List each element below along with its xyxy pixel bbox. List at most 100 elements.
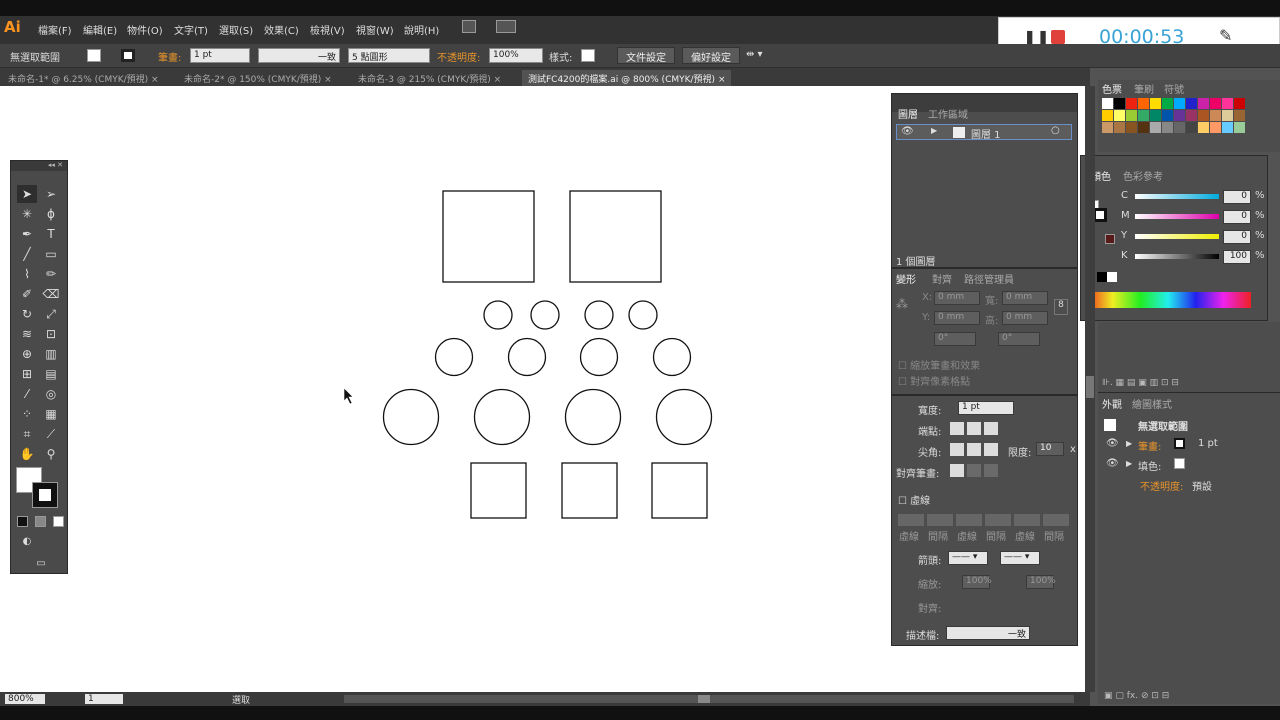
channel-value-field[interactable]: 0 [1223, 230, 1251, 244]
stroke-label[interactable]: 筆畫: [158, 49, 181, 64]
horizontal-scrollbar[interactable] [344, 695, 1074, 703]
menu-window[interactable]: 視窗(W) [356, 22, 394, 37]
menu-type[interactable]: 文字(T) [174, 22, 208, 37]
scroll-thumb[interactable] [698, 695, 710, 703]
bridge-icon[interactable] [462, 20, 476, 33]
brush-dropdown[interactable]: 5 點圓形 [348, 48, 430, 63]
square-shape[interactable] [561, 462, 618, 519]
dash-field[interactable] [956, 514, 982, 526]
layer-name[interactable]: 圖層 1 [971, 126, 1001, 141]
color-swatch[interactable] [1210, 122, 1221, 133]
tab-brushes[interactable]: 筆刷 [1134, 81, 1154, 96]
shear-field[interactable]: 0° [998, 332, 1040, 346]
link-icon[interactable]: 8 [1054, 299, 1068, 315]
align-center-icon[interactable] [950, 464, 964, 477]
h-field[interactable]: 0 mm [1002, 311, 1048, 325]
preferences-button[interactable]: 偏好設定 [682, 47, 740, 64]
reference-point-icon[interactable]: ⁂ [896, 297, 908, 311]
close-icon[interactable]: × [718, 75, 726, 85]
type-tool-icon[interactable]: T [41, 225, 61, 243]
color-swatch[interactable] [1222, 98, 1233, 109]
scale-end-field[interactable]: 100% [1026, 575, 1056, 589]
color-swatch[interactable] [1186, 110, 1197, 121]
gradient-mode-icon[interactable] [35, 516, 46, 527]
rotate-field[interactable]: 0° [934, 332, 976, 346]
color-swatch[interactable] [1174, 98, 1185, 109]
appearance-opacity-label[interactable]: 不透明度: [1140, 478, 1183, 493]
tab-pathfinder[interactable]: 路徑管理員 [964, 271, 1014, 286]
color-swatch[interactable] [1234, 122, 1245, 133]
eye-icon[interactable]: 👁 [1106, 438, 1119, 449]
color-swatch[interactable] [1234, 110, 1245, 121]
stroke-color-box[interactable] [1093, 208, 1107, 222]
menu-view[interactable]: 檢視(V) [310, 22, 345, 37]
color-swatch[interactable] [1198, 110, 1209, 121]
document-setup-button[interactable]: 文件設定 [617, 47, 675, 64]
selection-tool-icon[interactable]: ➤ [17, 185, 37, 203]
menu-object[interactable]: 物件(O) [127, 22, 163, 37]
scroll-thumb[interactable] [1086, 376, 1094, 398]
dash-field[interactable] [898, 514, 924, 526]
color-swatch[interactable] [1234, 98, 1245, 109]
menu-effect[interactable]: 效果(C) [264, 22, 299, 37]
align-inside-icon[interactable] [967, 464, 981, 477]
lasso-tool-icon[interactable]: ϕ [41, 205, 61, 223]
symbol-sprayer-tool-icon[interactable]: ⁘ [17, 405, 37, 423]
opacity-label[interactable]: 不透明度: [437, 49, 480, 64]
end-arrow-dropdown[interactable]: —— ▾ [1000, 551, 1040, 565]
miter-join-icon[interactable] [950, 443, 964, 456]
tab-layers[interactable]: 圖層 [898, 106, 918, 121]
color-swatch[interactable] [1186, 122, 1197, 133]
channel-value-field[interactable]: 100 [1223, 250, 1251, 264]
warp-tool-icon[interactable]: ≋ [17, 325, 37, 343]
butt-cap-icon[interactable] [950, 422, 964, 435]
close-icon[interactable]: × [494, 75, 502, 85]
stroke-weight-field[interactable]: 1 pt [190, 48, 250, 63]
color-swatch[interactable] [1174, 110, 1185, 121]
color-swatch[interactable] [1210, 98, 1221, 109]
circle-shape[interactable] [628, 300, 658, 330]
scale-tool-icon[interactable]: ⤢ [41, 305, 61, 323]
start-arrow-dropdown[interactable]: —— ▾ [948, 551, 988, 565]
artboard-number-field[interactable]: 1 [84, 693, 124, 705]
align-outside-icon[interactable] [984, 464, 998, 477]
square-shape[interactable] [651, 462, 708, 519]
round-cap-icon[interactable] [967, 422, 981, 435]
gap-field[interactable] [985, 514, 1011, 526]
circle-shape[interactable] [579, 337, 619, 377]
perspective-grid-tool-icon[interactable]: ▥ [41, 345, 61, 363]
tools-panel-header[interactable]: ◂◂ ✕ [11, 161, 67, 171]
color-swatch[interactable] [1126, 122, 1137, 133]
color-swatch[interactable] [1138, 98, 1149, 109]
color-swatch[interactable] [1186, 98, 1197, 109]
tab-symbols[interactable]: 符號 [1164, 81, 1184, 96]
draw-mode-icon[interactable]: ◐ [17, 533, 37, 551]
color-swatch[interactable] [1114, 122, 1125, 133]
close-icon[interactable]: × [151, 75, 159, 85]
close-icon[interactable]: × [324, 75, 332, 85]
column-graph-tool-icon[interactable]: ▦ [41, 405, 61, 423]
tab-color-guide[interactable]: 色彩參考 [1123, 168, 1163, 183]
line-tool-icon[interactable]: ╱ [17, 245, 37, 263]
circle-shape[interactable] [434, 337, 474, 377]
square-shape[interactable] [569, 190, 662, 283]
limit-field[interactable]: 10 [1036, 442, 1064, 456]
black-color-icon[interactable] [1097, 272, 1107, 282]
bevel-join-icon[interactable] [984, 443, 998, 456]
tab-artboards[interactable]: 工作區域 [928, 106, 968, 121]
menu-edit[interactable]: 編輯(E) [83, 22, 117, 37]
expand-arrow-icon[interactable]: ▶ [1126, 439, 1132, 448]
shape-builder-tool-icon[interactable]: ⊕ [17, 345, 37, 363]
w-field[interactable]: 0 mm [1002, 291, 1048, 305]
color-swatch[interactable] [1162, 110, 1173, 121]
blob-brush-tool-icon[interactable]: ✐ [17, 285, 37, 303]
arrange-documents-icon[interactable] [496, 20, 516, 33]
circle-shape[interactable] [483, 300, 513, 330]
appearance-stroke-label[interactable]: 筆畫: [1138, 438, 1161, 453]
line-style-dropdown[interactable]: 一致 [258, 48, 340, 63]
color-swatch[interactable] [1150, 98, 1161, 109]
circle-shape[interactable] [473, 388, 531, 446]
round-join-icon[interactable] [967, 443, 981, 456]
expand-arrow-icon[interactable]: ▶ [1126, 459, 1132, 468]
expand-arrow-icon[interactable]: ▶ [931, 126, 937, 135]
